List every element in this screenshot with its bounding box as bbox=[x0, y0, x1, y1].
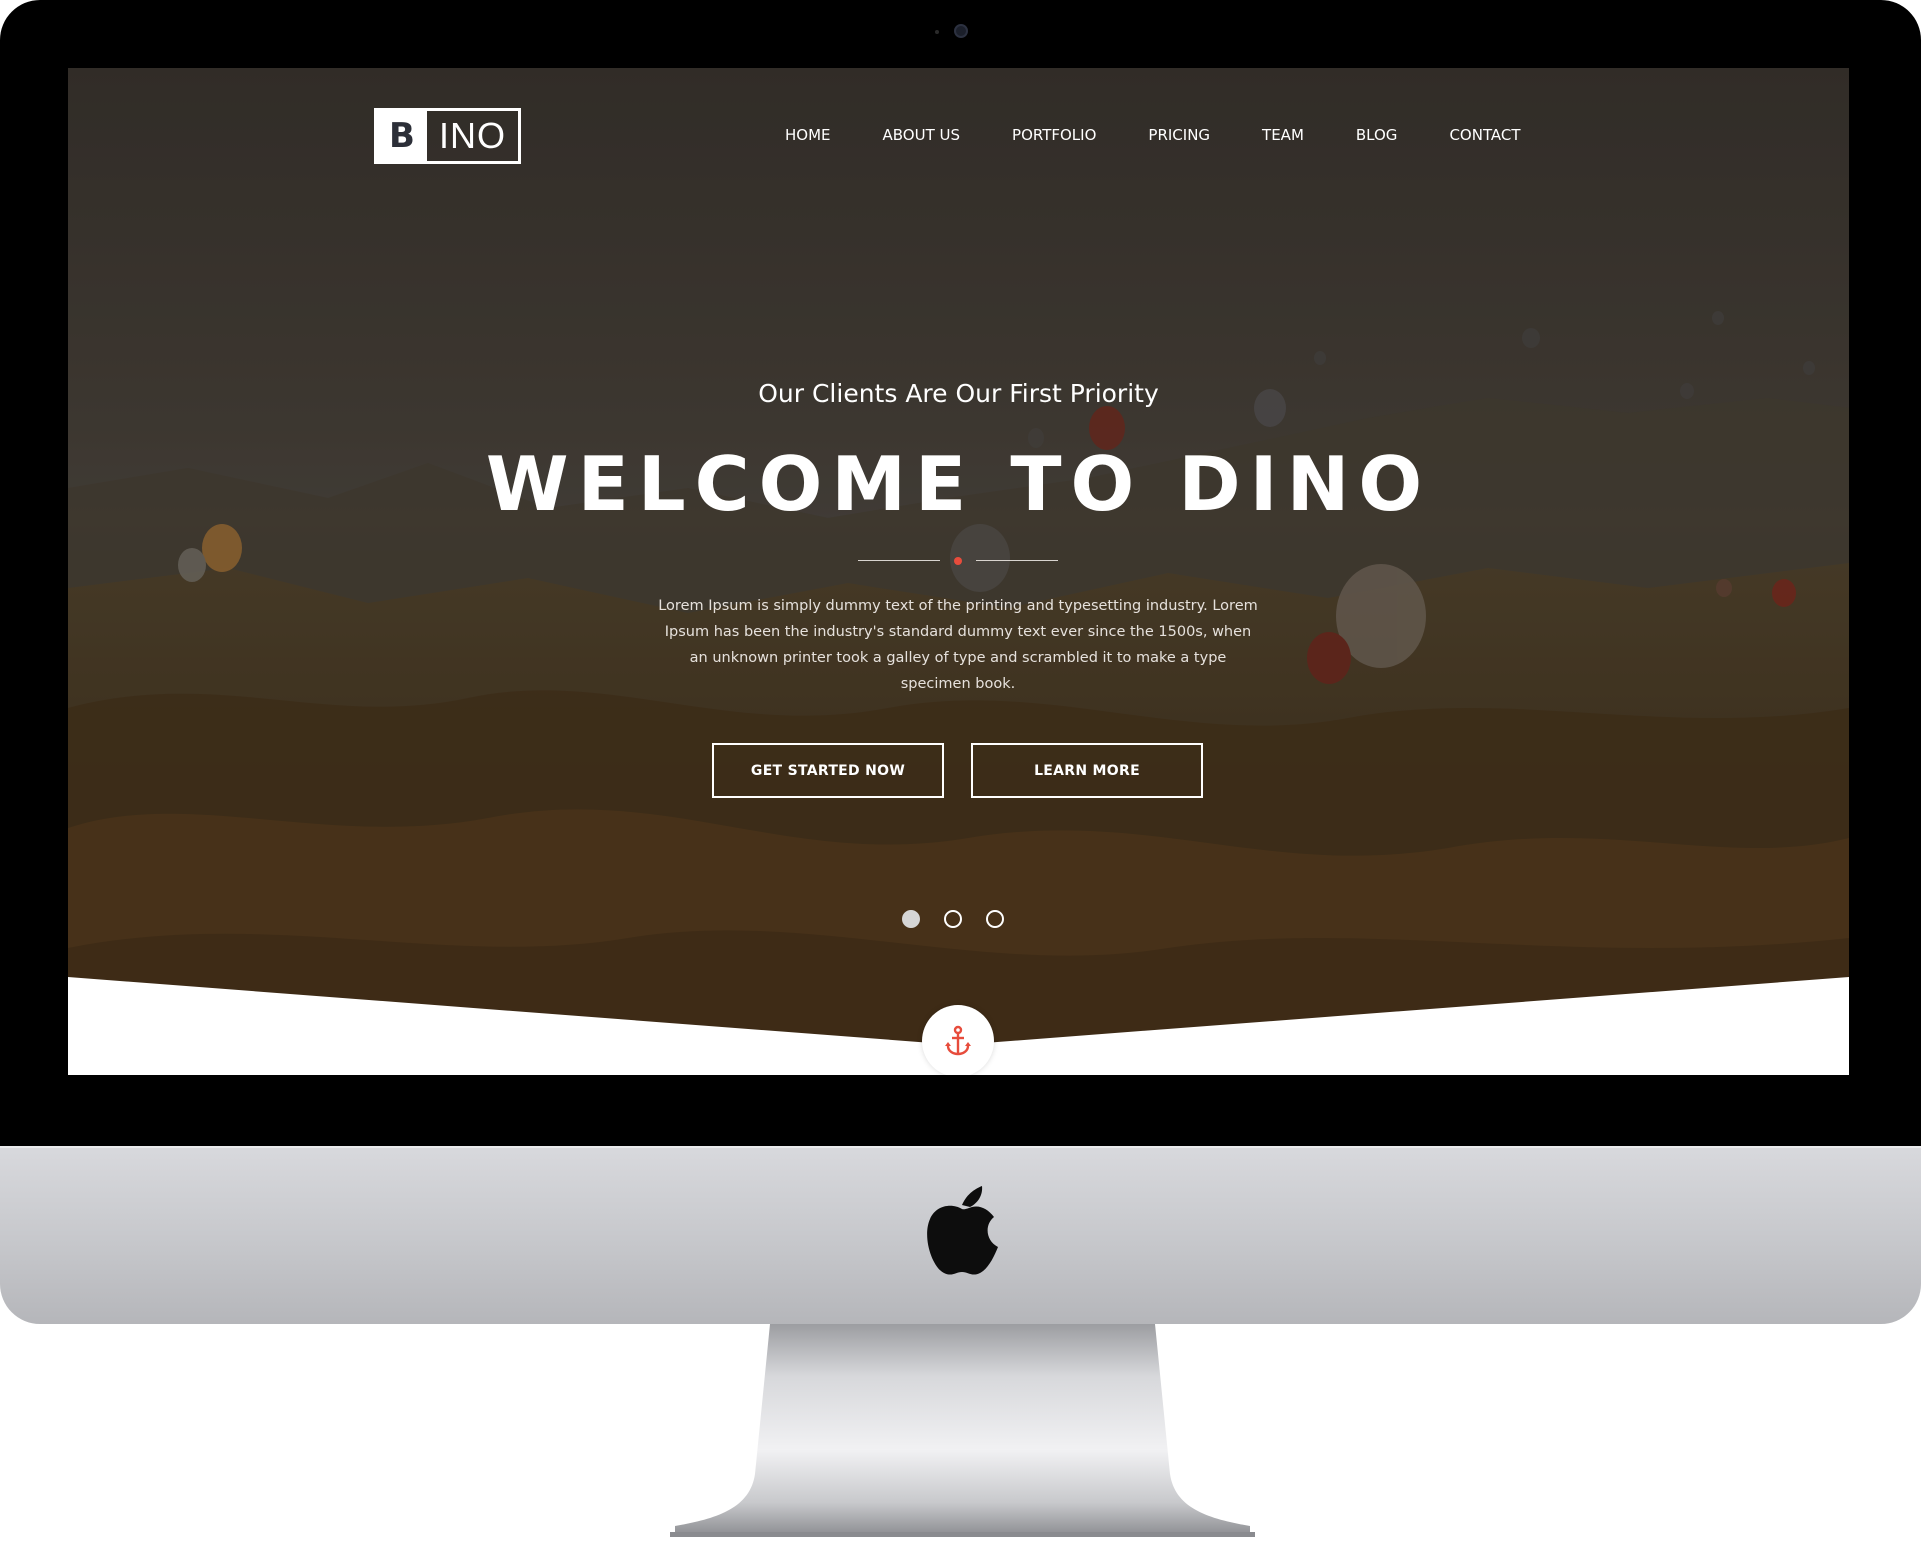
learn-more-button[interactable]: LEARN MORE bbox=[971, 743, 1203, 798]
scroll-down-button[interactable] bbox=[922, 1005, 994, 1075]
imac-stand bbox=[670, 1324, 1255, 1537]
nav-item-pricing[interactable]: PRICING bbox=[1148, 126, 1210, 144]
divider-dot bbox=[954, 557, 962, 565]
website-screen: B INO HOME ABOUT US PORTFOLIO PRICING TE… bbox=[68, 68, 1849, 1075]
nav-item-about-us[interactable]: ABOUT US bbox=[883, 126, 961, 144]
nav-item-blog[interactable]: BLOG bbox=[1356, 126, 1398, 144]
nav-item-contact[interactable]: CONTACT bbox=[1449, 126, 1520, 144]
nav-item-portfolio[interactable]: PORTFOLIO bbox=[1012, 126, 1096, 144]
title-divider bbox=[858, 557, 1058, 565]
slider-dot-2[interactable] bbox=[944, 910, 962, 928]
slider-pagination bbox=[902, 910, 1004, 928]
hero-description: Lorem Ipsum is simply dummy text of the … bbox=[658, 598, 1258, 692]
hero-title: WELCOME TO DINO bbox=[485, 440, 1432, 528]
slider-dot-3[interactable] bbox=[986, 910, 1004, 928]
apple-logo-icon bbox=[927, 1186, 998, 1275]
site-logo[interactable]: B INO bbox=[374, 108, 521, 164]
hero-subtitle: Our Clients Are Our First Priority bbox=[758, 379, 1159, 408]
logo-mark: B bbox=[377, 111, 427, 161]
main-nav: HOME ABOUT US PORTFOLIO PRICING TEAM BLO… bbox=[785, 126, 1573, 144]
nav-item-team[interactable]: TEAM bbox=[1262, 126, 1304, 144]
camera-icon bbox=[954, 24, 968, 38]
anchor-icon bbox=[945, 1025, 971, 1056]
camera-sensor bbox=[935, 30, 939, 34]
slider-dot-1[interactable] bbox=[902, 910, 920, 928]
nav-item-home[interactable]: HOME bbox=[785, 126, 831, 144]
logo-text: INO bbox=[438, 115, 506, 156]
get-started-button[interactable]: GET STARTED NOW bbox=[712, 743, 944, 798]
